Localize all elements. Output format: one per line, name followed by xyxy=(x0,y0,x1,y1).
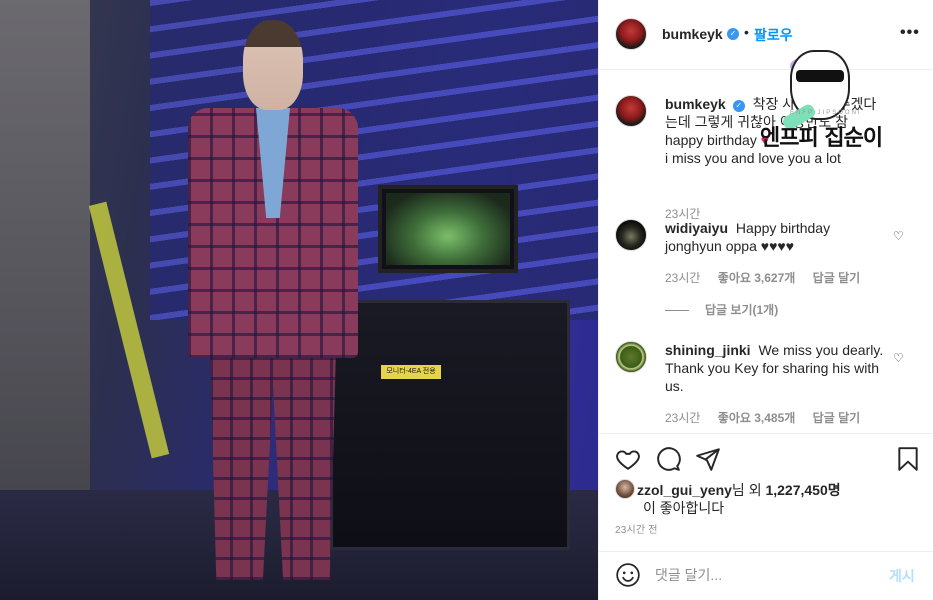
comment-text: shining_jinki We miss you dearly. Thank … xyxy=(665,341,887,395)
heart-icon[interactable] xyxy=(615,446,641,472)
caption-line-3: i miss you and love you a lot xyxy=(665,150,841,166)
comment-heart-icon[interactable]: ♡ xyxy=(893,351,905,365)
view-replies-label: 답글 보기(1개) xyxy=(705,303,779,317)
comment-time[interactable]: 23시간 xyxy=(665,411,700,425)
replies-divider xyxy=(665,310,689,312)
author-username[interactable]: bumkeyk xyxy=(662,26,723,42)
caption-line-2: happy birthday xyxy=(665,132,757,148)
view-replies-button[interactable]: 답글 보기(1개) xyxy=(665,301,778,318)
photo-person xyxy=(188,20,358,580)
comment-likes[interactable]: 좋아요 3,627개 xyxy=(718,271,796,285)
comment-form: 게시 xyxy=(599,551,933,600)
reply-button[interactable]: 답글 달기 xyxy=(813,411,861,425)
comment-meta: 23시간 좋아요 3,485개 답글 달기 xyxy=(665,409,874,426)
comment-item: shining_jinki We miss you dearly. Thank … xyxy=(615,341,925,431)
follow-button[interactable]: 팔로우 xyxy=(754,25,793,45)
comment-username[interactable]: shining_jinki xyxy=(665,342,751,358)
emoji-icon[interactable] xyxy=(615,562,641,588)
header-separator: • xyxy=(744,24,749,40)
verified-badge-icon: ✓ xyxy=(732,100,745,112)
comment-likes[interactable]: 좋아요 3,485개 xyxy=(718,411,796,425)
comment-item: widiyaiyu Happy birthday jonghyun oppa ♥… xyxy=(615,219,925,359)
comment-time[interactable]: 23시간 xyxy=(665,271,700,285)
verified-badge-icon: ✓ xyxy=(727,28,739,40)
comment-avatar[interactable] xyxy=(615,341,647,373)
author-avatar[interactable] xyxy=(615,18,647,50)
post-time[interactable]: 23시간 전 xyxy=(615,521,658,536)
likes-suffix: 이 좋아합니다 xyxy=(643,500,725,516)
caption-avatar[interactable] xyxy=(615,95,647,127)
sticker-title: 엔프피 집순이 xyxy=(760,126,883,151)
share-icon[interactable] xyxy=(695,446,721,472)
comment-meta: 23시간 좋아요 3,627개 답글 달기 xyxy=(665,269,874,286)
comment-icon[interactable] xyxy=(655,446,681,472)
likes-summary: zzol_gui_yeny님 외 1,227,450명 이 좋아합니다 xyxy=(615,479,920,517)
liker-avatar[interactable] xyxy=(615,479,635,499)
comment-username[interactable]: widiyaiyu xyxy=(665,220,728,236)
comment-text: widiyaiyu Happy birthday jonghyun oppa ♥… xyxy=(665,219,887,255)
bookmark-icon[interactable] xyxy=(895,446,921,472)
likes-count[interactable]: 1,227,450명 xyxy=(765,482,840,498)
comment-input[interactable] xyxy=(655,564,875,586)
comment-heart-icon[interactable]: ♡ xyxy=(893,229,905,243)
caption-username[interactable]: bumkeyk xyxy=(665,96,726,112)
reply-button[interactable]: 답글 달기 xyxy=(813,271,861,285)
likes-middle: 님 외 xyxy=(731,482,762,498)
liker-username[interactable]: zzol_gui_yeny xyxy=(637,482,732,498)
post-actions: zzol_gui_yeny님 외 1,227,450명 이 좋아합니다 23시간… xyxy=(599,433,933,551)
sticker-sunglasses-icon xyxy=(796,70,844,82)
watermark-sticker: 엔프피 집순이 ENFP JIPSOONI xyxy=(760,50,930,151)
comment-avatar[interactable] xyxy=(615,219,647,251)
photo-equipment-case: 모니터-4EA 전용 xyxy=(330,300,570,550)
photo-case-label: 모니터-4EA 전용 xyxy=(381,365,441,379)
sticker-subtitle: ENFP JIPSOONI xyxy=(790,110,862,116)
post-comment-button[interactable]: 게시 xyxy=(889,566,915,586)
photo-monitor xyxy=(378,185,518,273)
post-photo[interactable]: 모니터-4EA 전용 xyxy=(0,0,598,600)
more-icon[interactable]: ••• xyxy=(900,24,920,42)
